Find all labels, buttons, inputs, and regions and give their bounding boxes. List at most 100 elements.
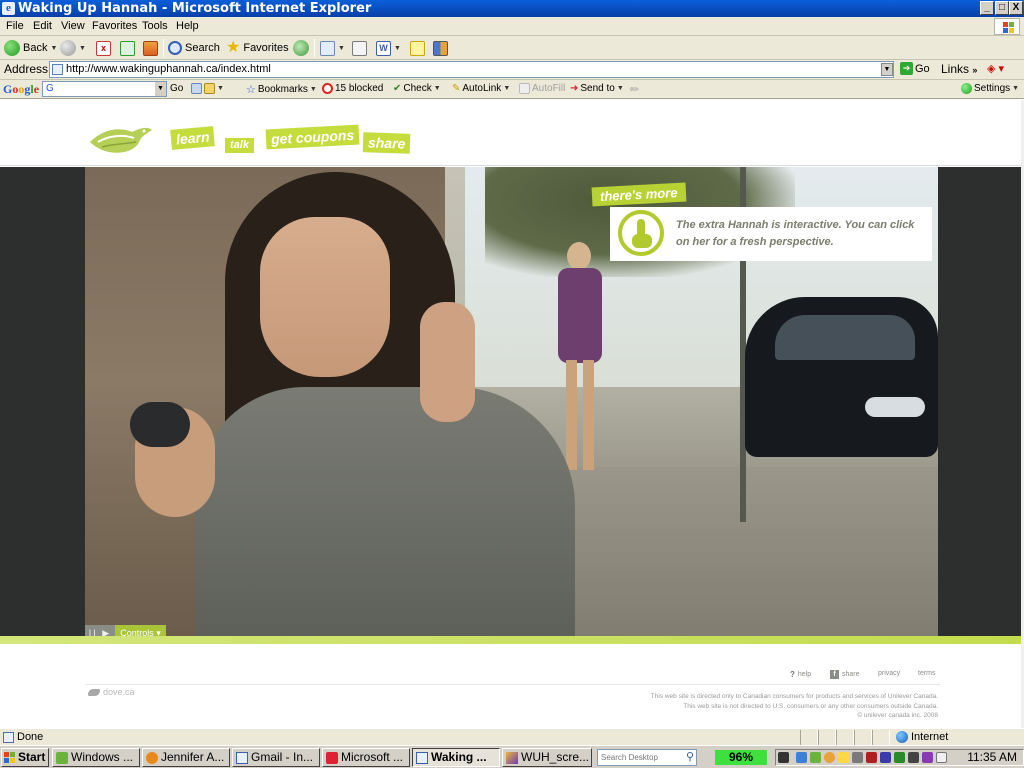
address-input[interactable]: http://www.wakinguphannah.ca/index.html xyxy=(49,61,894,78)
tray-app-icon[interactable] xyxy=(852,752,863,763)
mail-icon xyxy=(320,40,335,56)
printer-icon[interactable] xyxy=(908,752,919,763)
nav-talk[interactable]: talk xyxy=(225,138,254,153)
close-button[interactable]: X xyxy=(1009,1,1023,15)
footer-help-link[interactable]: ? help xyxy=(790,670,811,679)
refresh-button[interactable] xyxy=(120,39,135,57)
status-text: Done xyxy=(3,731,43,743)
popup-blocker-button[interactable]: 15 blocked xyxy=(322,83,383,94)
green-stripe xyxy=(0,636,1024,644)
minimize-button[interactable]: _ xyxy=(980,1,994,15)
battery-indicator[interactable]: 96% xyxy=(715,750,767,765)
window-title: Waking Up Hannah - Microsoft Internet Ex… xyxy=(18,1,372,16)
chevron-down-icon[interactable]: ▼ xyxy=(434,85,441,92)
google-go-button[interactable]: Go xyxy=(170,83,183,94)
footer-share-link[interactable]: f share xyxy=(830,670,860,679)
google-icons[interactable]: ▼ xyxy=(191,83,224,94)
copyright-line: © unilever canada inc. 2008 xyxy=(857,712,938,719)
start-button[interactable]: Start xyxy=(1,748,49,767)
go-button[interactable]: ➔ Go xyxy=(900,62,930,75)
nav-share[interactable]: share xyxy=(362,132,411,154)
links-button[interactable]: Links » xyxy=(941,62,977,76)
footer-terms-link[interactable]: terms xyxy=(918,670,936,677)
print-button[interactable] xyxy=(352,39,367,57)
hannah-interactive-figure[interactable] xyxy=(550,242,610,472)
google-search-input[interactable]: G ▼ xyxy=(42,81,167,97)
security-icon[interactable] xyxy=(838,752,849,763)
send-to-button[interactable]: ➜ Send to ▼ xyxy=(570,83,624,94)
desktop-search-input[interactable]: Search Desktop xyxy=(597,749,697,766)
page-icon xyxy=(3,731,14,743)
dove-logo[interactable] xyxy=(88,120,154,158)
chevron-down-icon[interactable]: ▼ xyxy=(79,45,86,52)
chevron-down-icon[interactable]: ▼ xyxy=(217,85,224,92)
highlight-button[interactable]: ✏ xyxy=(630,83,639,96)
menu-file[interactable]: File xyxy=(6,20,24,32)
security-zone[interactable]: Internet xyxy=(896,731,948,743)
clock[interactable]: 11:35 AM xyxy=(967,750,1017,765)
highlight-icon: ✏ xyxy=(630,84,640,96)
display-icon[interactable] xyxy=(880,752,891,763)
forward-button[interactable]: ▼ xyxy=(60,39,86,57)
power-icon[interactable] xyxy=(778,752,789,763)
edit-button[interactable]: W ▼ xyxy=(376,39,401,57)
task-wuh-screenshot[interactable]: WUH_scre... xyxy=(502,748,592,767)
norton-icon[interactable] xyxy=(824,752,835,763)
footer-privacy-link[interactable]: privacy xyxy=(878,670,900,677)
search-icon[interactable]: ⚲ xyxy=(686,750,694,763)
stop-icon: x xyxy=(96,40,111,56)
search-button[interactable]: Search xyxy=(168,39,220,57)
legal-line: This web site is directed only to Canadi… xyxy=(650,693,938,700)
menu-edit[interactable]: Edit xyxy=(33,20,52,32)
task-microsoft[interactable]: Microsoft ... xyxy=(322,748,410,767)
page-icon xyxy=(52,64,63,75)
favorites-button[interactable]: ★ Favorites xyxy=(226,39,289,57)
task-gmail[interactable]: Gmail - In... xyxy=(232,748,320,767)
tray-app-icon[interactable] xyxy=(922,752,933,763)
menu-favorites[interactable]: Favorites xyxy=(92,20,137,32)
status-pane xyxy=(818,730,836,745)
home-button[interactable] xyxy=(143,39,158,57)
task-waking-up-hannah[interactable]: Waking ... xyxy=(412,748,500,767)
dove-ca-link[interactable]: dove.ca xyxy=(88,687,135,697)
nav-learn[interactable]: learn xyxy=(170,126,216,150)
chevron-down-icon[interactable]: ▼ xyxy=(155,82,166,96)
mail-button[interactable]: ▼ xyxy=(320,39,345,57)
discuss-button[interactable] xyxy=(410,39,425,57)
settings-button[interactable]: Settings ▼ xyxy=(961,83,1019,94)
menu-tools[interactable]: Tools xyxy=(142,20,168,32)
maximize-button[interactable]: □ xyxy=(995,1,1009,15)
video-car-headlight xyxy=(865,397,925,417)
network-icon[interactable] xyxy=(796,752,807,763)
nav-get-coupons[interactable]: get coupons xyxy=(265,124,360,150)
task-label: Waking ... xyxy=(431,750,487,764)
antivirus-icon[interactable] xyxy=(866,752,877,763)
chevron-down-icon[interactable]: ▼ xyxy=(338,45,345,52)
volume-icon[interactable] xyxy=(936,752,947,763)
standard-toolbar: Back ▼ ▼ x Search ★ Favorites ▼ W ▼ xyxy=(0,36,1024,60)
menu-help[interactable]: Help xyxy=(176,20,199,32)
autofill-button[interactable]: AutoFill xyxy=(519,83,565,94)
google-logo[interactable]: Google xyxy=(3,82,39,97)
sync-icon[interactable] xyxy=(894,752,905,763)
chevron-down-icon[interactable]: ▼ xyxy=(50,45,57,52)
address-dropdown-button[interactable]: ▼ xyxy=(881,63,893,76)
google-logo-letter: G xyxy=(3,82,13,96)
messenger-button[interactable] xyxy=(433,39,448,57)
search-label: Search xyxy=(185,42,220,54)
task-windows[interactable]: Windows ... xyxy=(52,748,140,767)
history-button[interactable] xyxy=(293,39,309,57)
address-url: http://www.wakinguphannah.ca/index.html xyxy=(66,63,271,75)
task-jennifer[interactable]: Jennifer A... xyxy=(142,748,230,767)
chevron-down-icon[interactable]: ▼ xyxy=(503,85,510,92)
links-extra-icon[interactable]: ◈ ▾ xyxy=(987,62,1004,75)
spellcheck-button[interactable]: ✔ Check ▼ xyxy=(393,83,441,94)
bookmarks-button[interactable]: ☆ Bookmarks ▼ xyxy=(246,83,317,96)
messenger-tray-icon[interactable] xyxy=(810,752,821,763)
back-button[interactable]: Back ▼ xyxy=(4,39,57,57)
stop-button[interactable]: x xyxy=(96,39,111,57)
ie-icon[interactable]: e xyxy=(2,2,15,15)
menu-view[interactable]: View xyxy=(61,20,85,32)
autolink-button[interactable]: ✎ AutoLink ▼ xyxy=(452,83,510,94)
chevron-down-icon[interactable]: ▼ xyxy=(394,45,401,52)
